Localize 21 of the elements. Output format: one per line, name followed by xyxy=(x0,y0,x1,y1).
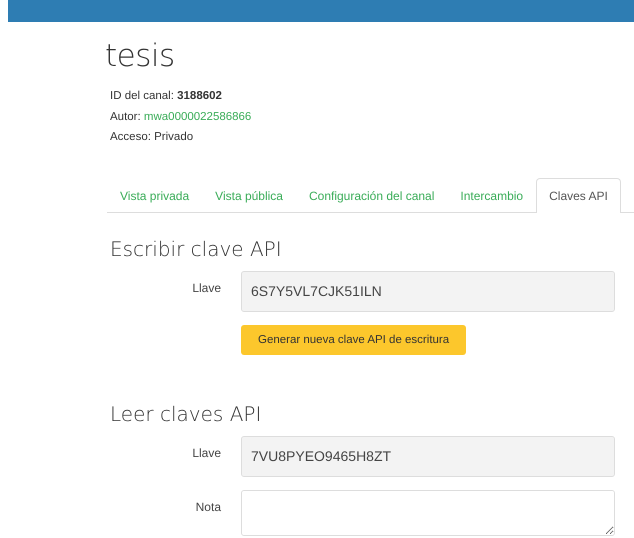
api-key-field[interactable]: 6S7Y5VL7CJK51ILN xyxy=(241,270,615,312)
tab[interactable]: Vista pública xyxy=(202,178,296,212)
section-heading: Leer claves API xyxy=(110,402,262,426)
info-value: Privado xyxy=(154,131,194,143)
tab[interactable]: Configuración del canal xyxy=(296,178,448,212)
section-heading: Escribir clave API xyxy=(110,236,283,260)
info-label: Acceso: xyxy=(110,131,151,143)
generate-key-button[interactable]: Generar nueva clave API de escritura xyxy=(241,324,466,354)
info-label: ID del canal: xyxy=(110,90,174,102)
info-value: 3188602 xyxy=(177,90,222,102)
field-label: Llave xyxy=(191,444,221,460)
tab[interactable]: Vista privada xyxy=(107,178,202,212)
api-key-field[interactable]: 7VU8PYEO9465H8ZT xyxy=(241,436,615,476)
author-link[interactable]: mwa0000022586866 xyxy=(144,110,252,122)
note-field[interactable] xyxy=(241,490,615,536)
channel-title: tesis xyxy=(105,38,176,74)
field-label: Nota xyxy=(194,498,221,514)
info-label: Autor: xyxy=(110,110,141,122)
field-label: Llave xyxy=(191,280,221,294)
tab[interactable]: Intercambio xyxy=(447,178,536,212)
tab[interactable]: Claves API xyxy=(536,178,621,212)
